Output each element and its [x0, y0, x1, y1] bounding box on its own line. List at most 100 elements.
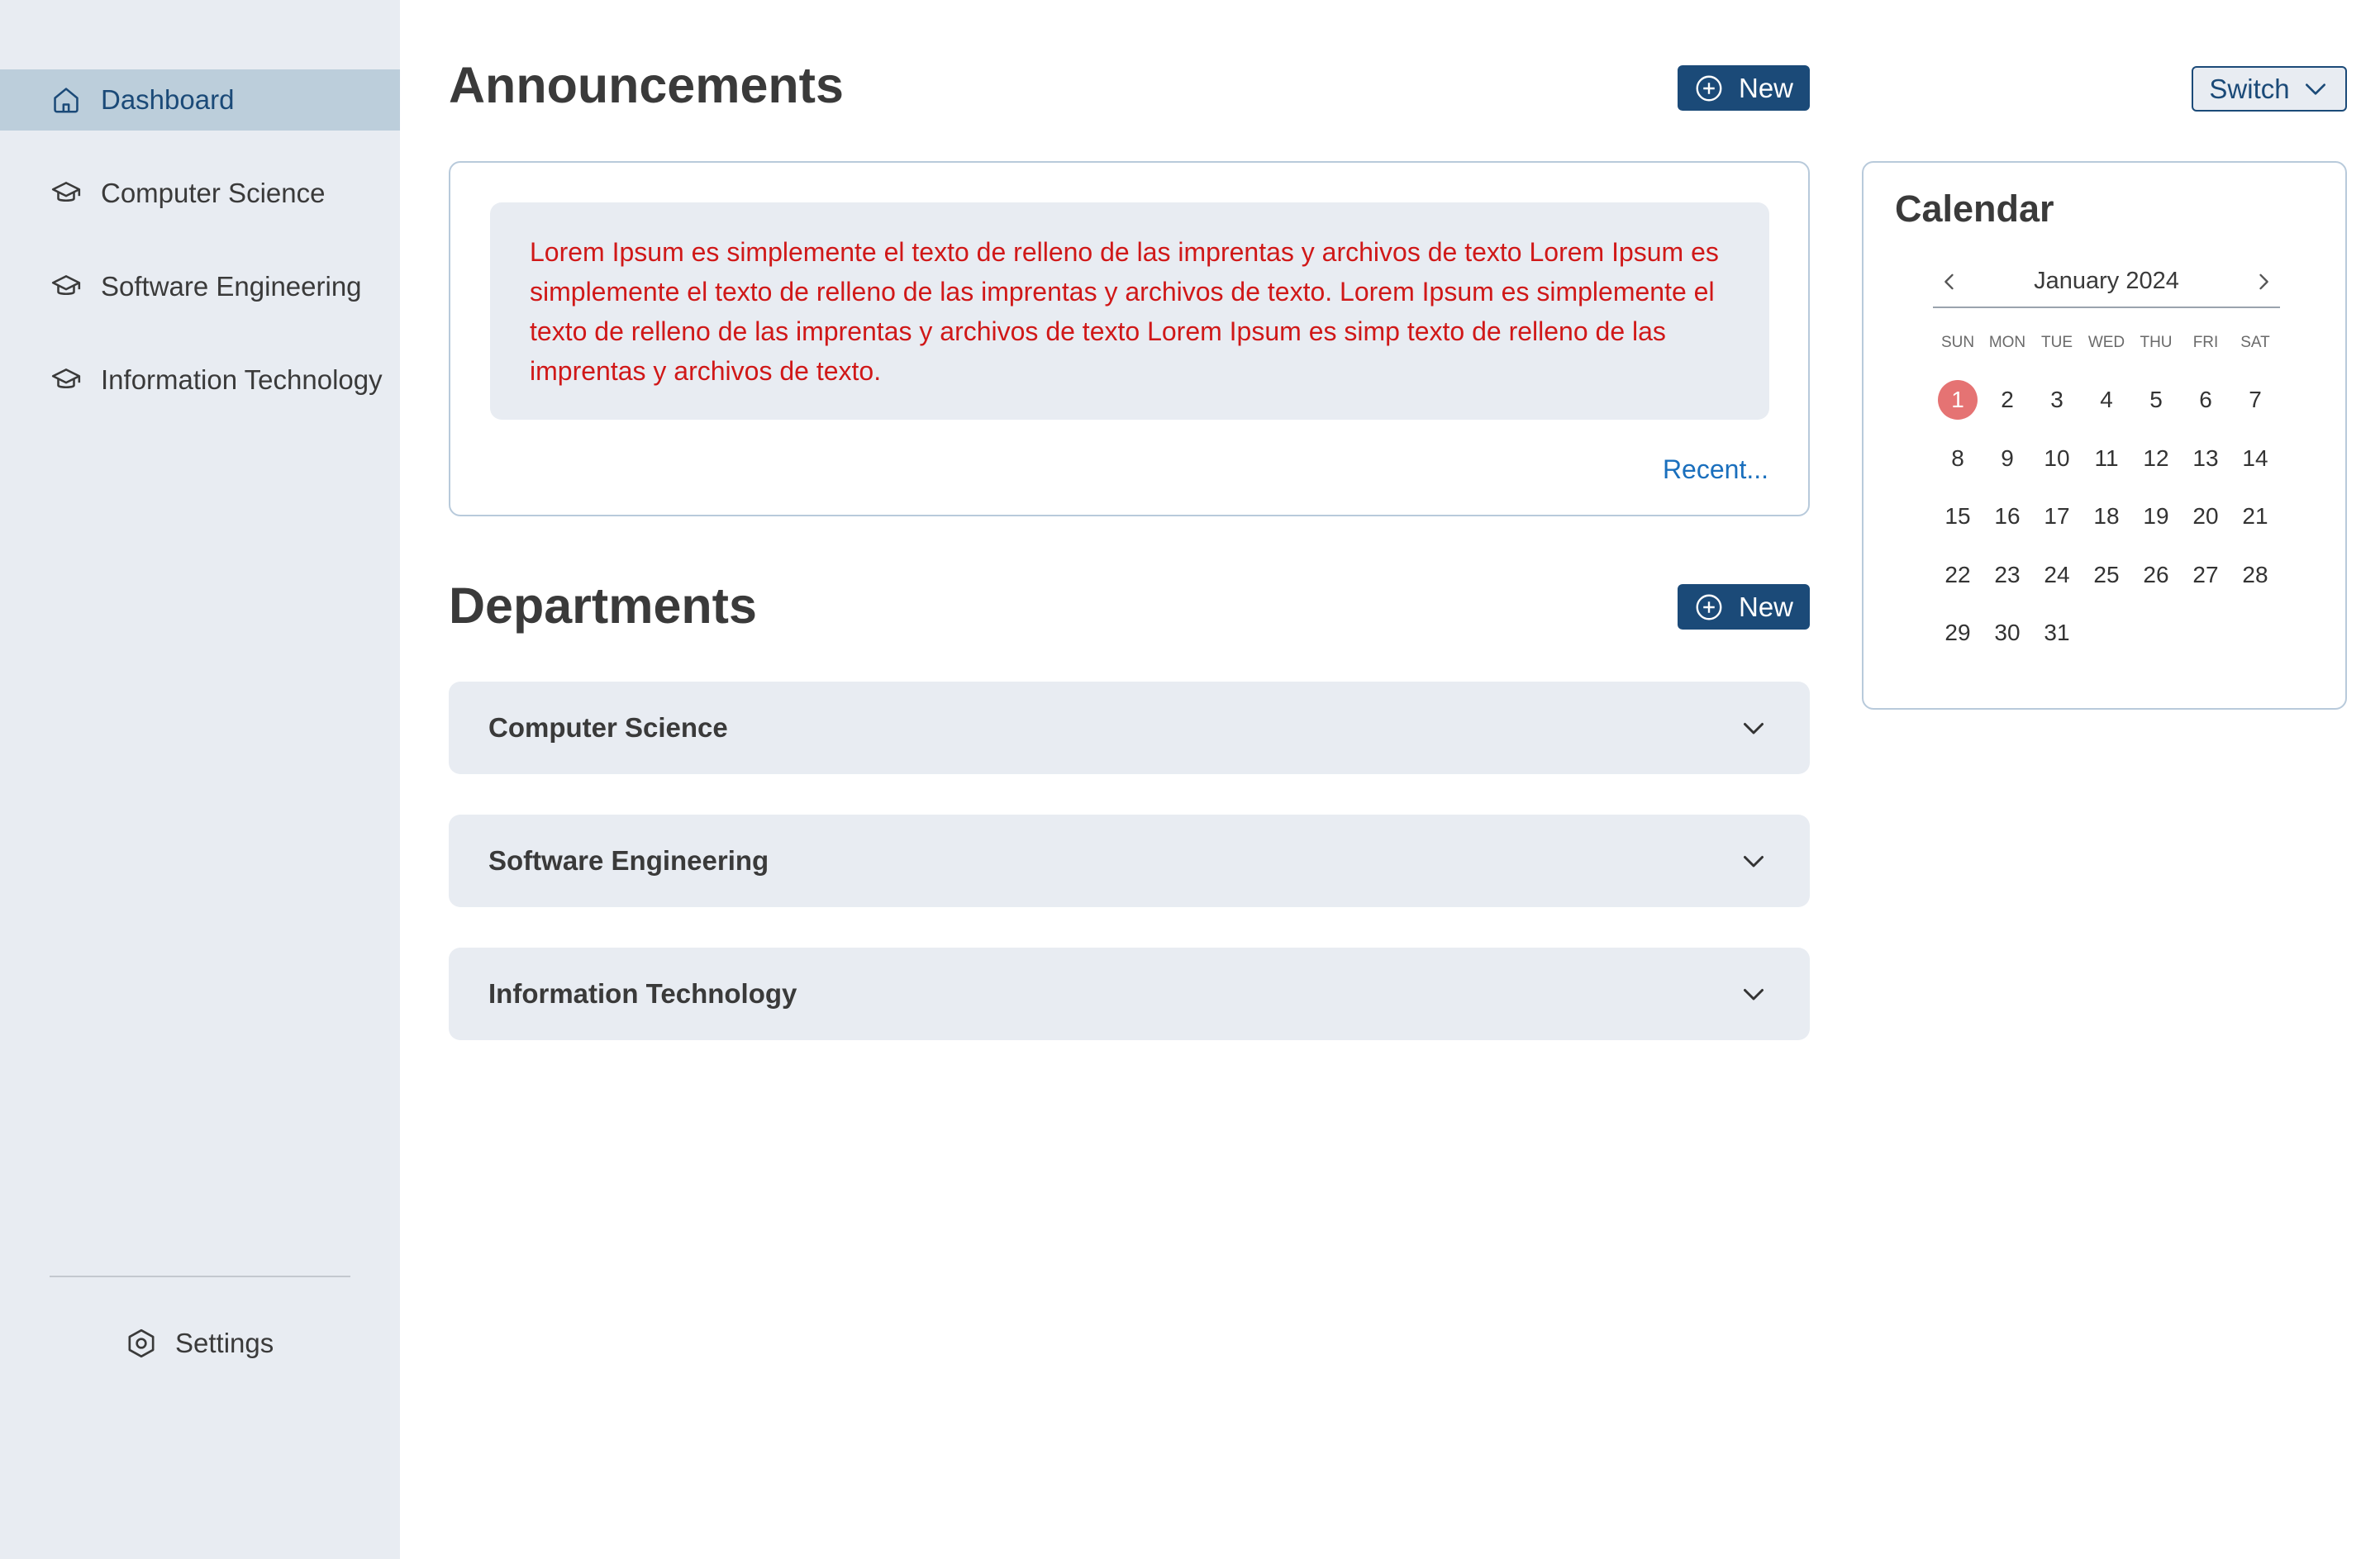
department-label: Software Engineering: [488, 845, 769, 876]
calendar-day[interactable]: 4: [2082, 371, 2131, 430]
calendar-day[interactable]: 11: [2082, 430, 2131, 488]
announcement-card: Lorem Ipsum es simplemente el texto de r…: [449, 161, 1810, 516]
calendar-day[interactable]: 12: [2131, 430, 2181, 488]
calendar-day[interactable]: 29: [1933, 604, 1983, 663]
department-item-software-engineering[interactable]: Software Engineering: [449, 815, 1810, 907]
calendar-day-number: 12: [2143, 444, 2169, 471]
weekday-label: TUE: [2041, 334, 2073, 351]
chevron-down-icon: [1737, 711, 1770, 744]
announcements-title: Announcements: [449, 57, 844, 113]
calendar-title: Calendar: [1895, 188, 2054, 230]
calendar-card: Calendar January 2024 SUN MON TUE WED THU FRI…: [1862, 161, 2347, 710]
new-button-label: New: [1738, 72, 1794, 103]
chevron-left-icon[interactable]: [1933, 265, 1966, 298]
calendar-grid: SUN MON TUE WED THU FRI SAT 1 2 3 4 5 6 7 8 9 10 11 12 13 1…: [1933, 326, 2280, 663]
calendar-day[interactable]: 27: [2181, 546, 2230, 605]
sidebar-item-computer-science[interactable]: Computer Science: [0, 163, 400, 224]
calendar-month: January 2024: [2034, 267, 2179, 294]
graduation-cap-icon: [50, 270, 83, 303]
new-announcement-button[interactable]: New: [1678, 65, 1810, 111]
sidebar-item-information-technology[interactable]: Information Technology: [0, 349, 400, 411]
settings-label: Settings: [175, 1328, 274, 1358]
chevron-right-icon[interactable]: [2247, 265, 2280, 298]
calendar-day-number: 3: [2050, 387, 2063, 413]
calendar-day[interactable]: 7: [2230, 371, 2280, 430]
weekday-row: SUN MON TUE WED THU FRI SAT: [1933, 326, 2280, 359]
calendar-day[interactable]: 10: [2032, 430, 2082, 488]
sidebar-divider: [50, 1276, 350, 1277]
calendar-day-number: 7: [2249, 387, 2262, 413]
calendar-day[interactable]: 8: [1933, 430, 1983, 488]
department-item-information-technology[interactable]: Information Technology: [449, 948, 1810, 1040]
sidebar-item-label: Information Technology: [101, 364, 383, 395]
calendar-day-number: 22: [1944, 561, 1971, 587]
calendar-day[interactable]: 18: [2082, 487, 2131, 546]
calendar-day[interactable]: 16: [1983, 487, 2032, 546]
calendar-day-number: 15: [1944, 503, 1971, 530]
switch-dropdown[interactable]: Switch: [2192, 66, 2347, 112]
department-label: Computer Science: [488, 712, 728, 743]
calendar-day[interactable]: 20: [2181, 487, 2230, 546]
calendar-day-number: 6: [2199, 387, 2212, 413]
calendar-day[interactable]: 31: [2032, 604, 2082, 663]
weekday-label: WED: [2087, 334, 2125, 351]
weekday-label: MON: [1988, 334, 2026, 351]
calendar-day-number: 31: [2044, 620, 2070, 646]
sidebar-item-software-engineering[interactable]: Software Engineering: [0, 256, 400, 317]
calendar-day-number: 28: [2242, 561, 2268, 587]
weekday-label: SUN: [1940, 334, 1975, 351]
graduation-cap-icon: [50, 177, 83, 210]
calendar-day-today[interactable]: 1: [1933, 371, 1983, 430]
calendar-day-number: 24: [2044, 561, 2070, 587]
calendar-day-number: 13: [2192, 444, 2219, 471]
calendar-day-number: 20: [2192, 503, 2219, 530]
calendar-day[interactable]: 23: [1983, 546, 2032, 605]
calendar-day-number: 30: [1994, 620, 2021, 646]
calendar-day-number: 19: [2143, 503, 2169, 530]
calendar-day[interactable]: 21: [2230, 487, 2280, 546]
plus-circle-icon: [1694, 592, 1724, 622]
settings-button[interactable]: Settings: [124, 1319, 274, 1368]
calendar-day[interactable]: 22: [1933, 546, 1983, 605]
home-icon: [50, 83, 83, 116]
calendar-day[interactable]: 6: [2181, 371, 2230, 430]
calendar-day-number: 25: [2093, 561, 2120, 587]
settings-icon: [124, 1326, 159, 1361]
calendar-day[interactable]: 17: [2032, 487, 2082, 546]
department-label: Information Technology: [488, 978, 797, 1009]
calendar-day[interactable]: 30: [1983, 604, 2032, 663]
sidebar-item-label: Software Engineering: [101, 271, 362, 302]
calendar-day[interactable]: 19: [2131, 487, 2181, 546]
sidebar: Dashboard Computer Science Software Engi…: [0, 0, 400, 1559]
new-department-button[interactable]: New: [1678, 584, 1810, 630]
calendar-day-number: 9: [2001, 444, 2014, 471]
recent-link[interactable]: Recent...: [1663, 454, 1768, 485]
calendar-day-number: 18: [2093, 503, 2120, 530]
calendar-day[interactable]: 28: [2230, 546, 2280, 605]
calendar-day-number: 16: [1994, 503, 2021, 530]
calendar-day-number: 26: [2143, 561, 2169, 587]
sidebar-item-label: Computer Science: [101, 178, 326, 208]
calendar-day[interactable]: 25: [2082, 546, 2131, 605]
calendar-day[interactable]: 2: [1983, 371, 2032, 430]
calendar-day-number: 4: [2100, 387, 2113, 413]
department-item-computer-science[interactable]: Computer Science: [449, 682, 1810, 774]
switch-label: Switch: [2209, 73, 2290, 104]
calendar-day[interactable]: 13: [2181, 430, 2230, 488]
sidebar-item-dashboard[interactable]: Dashboard: [0, 69, 400, 131]
calendar-day-number: 5: [2149, 387, 2163, 413]
calendar-day[interactable]: 9: [1983, 430, 2032, 488]
calendar-day-number: 17: [2044, 503, 2070, 530]
new-button-label: New: [1738, 591, 1794, 622]
calendar-day-number: 29: [1944, 620, 1971, 646]
calendar-day[interactable]: 3: [2032, 371, 2082, 430]
days-grid: 1 2 3 4 5 6 7 8 9 10 11 12 13 14 15 16 17 18 19 20 21 22 23 24 2…: [1933, 371, 2280, 663]
calendar-day-number: 2: [2001, 387, 2014, 413]
calendar-day[interactable]: 5: [2131, 371, 2181, 430]
calendar-day[interactable]: 14: [2230, 430, 2280, 488]
calendar-day[interactable]: 26: [2131, 546, 2181, 605]
graduation-cap-icon: [50, 364, 83, 397]
calendar-day[interactable]: 24: [2032, 546, 2082, 605]
announcement-text: Lorem Ipsum es simplemente el texto de r…: [530, 237, 1719, 386]
calendar-day[interactable]: 15: [1933, 487, 1983, 546]
